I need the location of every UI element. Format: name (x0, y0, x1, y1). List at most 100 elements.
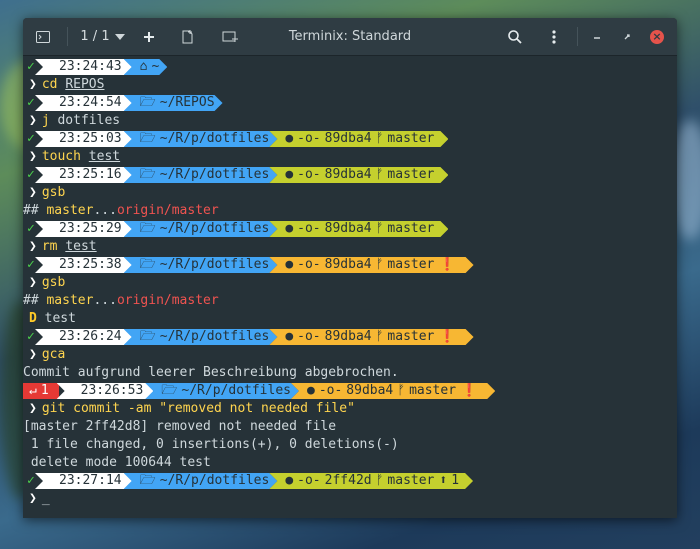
git-segment: ● -o- 89dba4 ᚠ master ❗ (291, 383, 495, 399)
command-arg: test (65, 239, 97, 254)
branch-icon: ᚠ (375, 131, 384, 146)
command-line: ❯ j dotfiles (23, 112, 677, 130)
titlebar-separator (577, 27, 578, 46)
output-text: 1 file changed, 0 insertions(+), 0 delet… (23, 437, 399, 452)
command: git commit -am (41, 401, 160, 416)
time-segment: 23:26:53 (56, 383, 154, 399)
commit-icon: -o- (297, 473, 321, 488)
terminal-output[interactable]: ✓ 23:24:43 ⌂ ~ ❯ cd REPOS ✓ 23:24:54 🗁 ~/RE… (23, 56, 677, 518)
path-text: ~/R/p/dotfiles (159, 329, 270, 344)
branch-name: master (387, 167, 435, 182)
output-line: ## master... origin/master (23, 292, 677, 310)
alert-icon: ❗ (461, 383, 478, 398)
minimize-icon[interactable] (589, 18, 605, 55)
branch-icon: ᚠ (375, 473, 384, 488)
prompt-arrow: ❯ (29, 113, 37, 128)
prompt-arrow: ❯ (29, 401, 37, 416)
command-arg: dotfiles (57, 113, 121, 128)
path-segment: 🗁 ~/R/p/dotfiles (124, 131, 278, 147)
branch-icon: ᚠ (375, 329, 384, 344)
commit-hash: 89dba4 (324, 131, 372, 146)
commit-icon: -o- (297, 221, 321, 236)
prompt-line: ✓ 23:25:29 🗁 ~/R/p/dotfiles ● -o- 89dba4 ᚠ ma… (23, 220, 677, 238)
chevron-down-icon[interactable] (113, 18, 127, 55)
prompt-arrow: ❯ (29, 491, 37, 506)
commit-hash: 89dba4 (324, 221, 372, 236)
cursor[interactable]: _ (42, 490, 50, 508)
ahead-icon: ⬆ (439, 473, 448, 488)
path-text: ~/R/p/dotfiles (159, 473, 270, 488)
session-counter[interactable]: 1 / 1 (75, 18, 115, 55)
plus-icon[interactable] (139, 18, 159, 55)
path-segment: 🗁 ~/R/p/dotfiles (124, 167, 278, 183)
restore-icon[interactable] (619, 18, 635, 55)
output-line: [master 2ff42d8] removed not needed file (23, 418, 677, 436)
branch-name: master (387, 131, 435, 146)
prompt-arrow: ❯ (29, 347, 37, 362)
commit-icon: -o- (297, 131, 321, 146)
path-text: ~/REPOS (159, 95, 215, 110)
command-arg: test (88, 149, 121, 164)
prompt-line: ✓ 23:25:16 🗁 ~/R/p/dotfiles ● -o- 89dba4 ᚠ ma… (23, 166, 677, 184)
command-line[interactable]: ❯ _ (23, 490, 677, 508)
github-icon: ● (285, 473, 294, 488)
path-segment: 🗁 ~/R/p/dotfiles (124, 221, 278, 237)
git-segment: ● -o- 89dba4 ᚠ master (269, 221, 448, 237)
path-text: ~ (151, 59, 160, 74)
add-terminal-icon[interactable] (219, 18, 241, 55)
commit-hash: 89dba4 (324, 329, 372, 344)
deleted-flag: D (29, 311, 37, 326)
git-segment: ● -o- 89dba4 ᚠ master ❗ (269, 257, 473, 273)
prompt-line: ✓ 23:24:54 🗁 ~/REPOS (23, 94, 677, 112)
ahead-count: 1 (451, 473, 460, 488)
folder-icon: 🗁 (139, 473, 156, 488)
search-icon[interactable] (505, 18, 525, 55)
new-session-icon[interactable] (178, 18, 198, 55)
prompt-arrow: ❯ (29, 239, 37, 254)
folder-icon: 🗁 (139, 95, 156, 110)
command: gsb (41, 275, 66, 290)
output-line: delete mode 100644 test (23, 454, 677, 472)
branch-name: master (387, 221, 435, 236)
status-prefix: ## (23, 293, 47, 308)
branch-dots: ... (93, 203, 117, 218)
time-segment: 23:25:38 (35, 257, 132, 273)
folder-icon: 🗁 (139, 167, 156, 182)
command: gca (41, 347, 66, 362)
prompt-arrow: ❯ (29, 185, 37, 200)
path-text: ~/R/p/dotfiles (159, 221, 270, 236)
path-segment: 🗁 ~/R/p/dotfiles (145, 383, 299, 399)
local-branch: master (46, 203, 94, 218)
menu-icon[interactable] (547, 18, 561, 55)
close-icon[interactable]: × (649, 18, 665, 55)
time-segment: 23:25:03 (35, 131, 132, 147)
commit-hash: 89dba4 (346, 383, 394, 398)
titlebar-separator (67, 27, 68, 46)
branch-icon: ᚠ (375, 221, 384, 236)
return-icon: ↵ (29, 383, 37, 398)
git-segment: ● -o- 89dba4 ᚠ master (269, 131, 448, 147)
path-text: ~/R/p/dotfiles (159, 167, 270, 182)
prompt-line: ✓ 23:25:38 🗁 ~/R/p/dotfiles ● -o- 89dba4 ᚠ ma… (23, 256, 677, 274)
output-text: [master 2ff42d8] removed not needed file (23, 419, 337, 434)
github-icon: ● (285, 131, 294, 146)
terminal-icon[interactable] (31, 18, 55, 55)
folder-icon: 🗁 (139, 329, 156, 344)
commit-icon: -o- (297, 257, 321, 272)
path-text: ~/R/p/dotfiles (159, 257, 270, 272)
exit-status: 1 (40, 383, 49, 398)
branch-dots: ... (93, 293, 117, 308)
prompt-line: ✓ 23:26:24 🗁 ~/R/p/dotfiles ● -o- 89dba4 ᚠ ma… (23, 328, 677, 346)
output-line: ## master... origin/master (23, 202, 677, 220)
path-text: ~/R/p/dotfiles (159, 131, 270, 146)
branch-icon: ᚠ (397, 383, 406, 398)
branch-name: master (387, 257, 435, 272)
command: gsb (41, 185, 66, 200)
command-line: ❯ touch test (23, 148, 677, 166)
command-line: ❯ gsb (23, 184, 677, 202)
branch-name: master (387, 473, 435, 488)
github-icon: ● (306, 383, 315, 398)
prompt-line: ✓ 23:24:43 ⌂ ~ (23, 58, 677, 76)
github-icon: ● (285, 329, 294, 344)
command-line: ❯ rm test (23, 238, 677, 256)
